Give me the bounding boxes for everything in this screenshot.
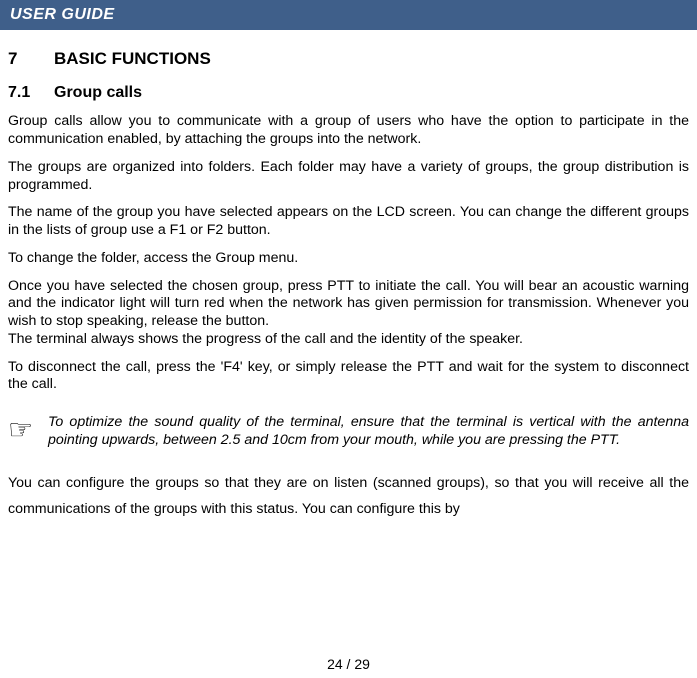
section-number: 7 (8, 48, 54, 69)
tip-block: ☞ To optimize the sound quality of the t… (8, 414, 689, 450)
subsection-title: Group calls (54, 83, 142, 103)
body-paragraph: Group calls allow you to communicate wit… (8, 113, 689, 149)
body-paragraph: Once you have selected the chosen group,… (8, 278, 689, 331)
body-paragraph: To change the folder, access the Group m… (8, 250, 689, 268)
body-paragraph: The name of the group you have selected … (8, 204, 689, 240)
body-paragraph: The terminal always shows the progress o… (8, 331, 689, 349)
tip-text: To optimize the sound quality of the ter… (48, 414, 689, 450)
subsection-number: 7.1 (8, 83, 54, 103)
page-content: 7 BASIC FUNCTIONS 7.1 Group calls Group … (0, 30, 697, 523)
pointer-icon: ☞ (8, 414, 48, 444)
page-number: 24 / 29 (0, 656, 697, 672)
section-title: BASIC FUNCTIONS (54, 48, 211, 69)
header-bar: USER GUIDE (0, 0, 697, 30)
body-paragraph: The groups are organized into folders. E… (8, 159, 689, 195)
body-paragraph: You can configure the groups so that the… (8, 470, 689, 524)
header-title: USER GUIDE (10, 6, 115, 23)
body-paragraph: To disconnect the call, press the 'F4' k… (8, 359, 689, 395)
subsection-heading: 7.1 Group calls (8, 83, 689, 103)
section-heading: 7 BASIC FUNCTIONS (8, 48, 689, 69)
